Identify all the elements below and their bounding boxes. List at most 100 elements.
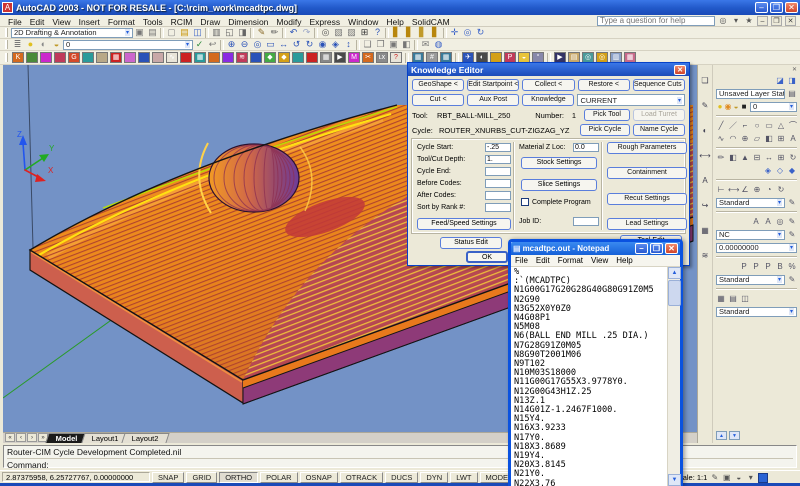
material-z-input[interactable]: 0.0 [573, 143, 599, 152]
dim-aligned-icon[interactable]: ⟷ [728, 185, 739, 194]
line-icon[interactable]: ╱ [716, 121, 726, 130]
offset-icon[interactable]: ⊟ [752, 153, 762, 162]
rcim-tool-icon[interactable] [26, 52, 38, 63]
rcim-knowledge-icon[interactable]: K [12, 52, 24, 63]
undo-icon[interactable]: ↶ [287, 27, 300, 38]
recut-settings-button[interactable]: Recut Settings [607, 192, 687, 205]
sep[interactable] [250, 27, 254, 38]
zoom-out-icon[interactable]: ⊖ [238, 39, 251, 50]
sep[interactable] [405, 52, 409, 63]
load-turret-button[interactable]: Load Turret [633, 109, 685, 121]
find-icon[interactable]: ◎ [319, 27, 332, 38]
layer-state-dropdown[interactable]: Unsaved Layer State▾ [716, 88, 785, 99]
menu-item[interactable]: RCIM [167, 17, 197, 27]
search-dropdown-icon[interactable]: ▾ [731, 16, 741, 25]
grid-toggle[interactable]: GRID [186, 471, 218, 483]
rcim-red2-icon[interactable] [306, 52, 318, 63]
window-close-icon[interactable]: ◧ [400, 39, 413, 50]
text-style-edit-icon[interactable]: ✎ [787, 230, 797, 239]
knowledge-dropdown[interactable]: CURRENT ▾ [577, 94, 685, 106]
menu-item[interactable]: Tools [139, 17, 167, 27]
text-multi-icon[interactable]: A [763, 217, 773, 226]
table-insert-icon[interactable]: ⊞ [776, 134, 786, 143]
panel-extra-icon[interactable]: ≋ [699, 250, 711, 261]
scroll-up-icon[interactable]: ▲ [668, 267, 681, 279]
rotate-icon[interactable]: ↻ [788, 153, 798, 162]
open-icon[interactable]: ▤ [178, 27, 191, 38]
help-search-input[interactable] [597, 15, 715, 26]
menu-item[interactable]: Express [305, 17, 344, 27]
layer-translate-icon[interactable]: ▋ [403, 27, 416, 38]
field-input[interactable]: -.25 [485, 143, 511, 152]
rcim-post-icon[interactable] [138, 52, 150, 63]
rcim-grid-icon[interactable]: ▦ [110, 52, 122, 63]
collect-button[interactable]: Collect < [522, 79, 575, 91]
annotation-auto-icon[interactable]: ▣ [722, 473, 731, 482]
array-icon[interactable]: ⊞ [776, 153, 786, 162]
feed-speed-settings-button[interactable]: Feed/Speed Settings [417, 218, 511, 230]
ellipse-icon[interactable]: ◠ [728, 134, 738, 143]
plot-preview-icon[interactable]: ◱ [223, 27, 236, 38]
eview-icon[interactable]: ◍ [432, 39, 445, 50]
hatch-icon[interactable]: ▱ [752, 134, 762, 143]
notepad-minimize-button[interactable]: – [635, 243, 648, 254]
rect-icon[interactable]: ▭ [764, 121, 774, 130]
knowledge-button[interactable]: Knowledge [522, 94, 575, 106]
menu-item[interactable]: Draw [196, 17, 224, 27]
save-icon[interactable]: ◫ [191, 27, 204, 38]
layer-state-manager-icon[interactable]: ▤ [787, 89, 797, 98]
sep[interactable] [205, 27, 209, 38]
rcim-wave-icon[interactable]: ∿ [166, 52, 178, 63]
panel-close-icon[interactable]: ✕ [792, 67, 797, 73]
table-cell-icon[interactable]: ◫ [740, 294, 750, 303]
panel-draw-icon[interactable]: ✎ [699, 100, 711, 111]
window-tile-icon[interactable]: ❑ [361, 39, 374, 50]
doc-minimize-button[interactable]: – [757, 15, 768, 26]
rcim-teal2-icon[interactable] [292, 52, 304, 63]
lead-settings-button[interactable]: Lead Settings [607, 217, 687, 230]
aux-post-button[interactable]: Aux Post [467, 94, 520, 106]
menu-item[interactable]: Edit [26, 17, 49, 27]
clean-screen-button[interactable] [758, 472, 769, 483]
rcim-green-icon[interactable]: ◆ [264, 52, 276, 63]
menu-item[interactable]: View [48, 17, 74, 27]
field-input[interactable] [485, 179, 511, 188]
notepad-menu-item[interactable]: File [515, 256, 528, 265]
tab-nav-button[interactable]: ‹ [16, 433, 26, 442]
mleader-style-dropdown[interactable]: Standard ▾ [716, 274, 785, 285]
etransmit-icon[interactable]: ✉ [419, 39, 432, 50]
workspace-dropdown[interactable]: 2D Drafting & Annotation ▾ [11, 27, 133, 38]
rcim-lx-icon[interactable]: ʟx [376, 52, 388, 63]
stock-settings-button[interactable]: Stock Settings [521, 157, 597, 169]
help-icon[interactable]: ? [371, 27, 384, 38]
rcim-gold-icon[interactable]: ◆ [278, 52, 290, 63]
search-icon[interactable]: ◎ [718, 16, 728, 25]
doc-restore-button[interactable]: ❐ [771, 15, 782, 26]
zoom-previous-icon[interactable]: ▭ [264, 39, 277, 50]
polygon-icon[interactable]: △ [776, 121, 786, 130]
ducs-toggle[interactable]: DUCS [385, 471, 419, 483]
rcim-geo-icon[interactable]: G [68, 52, 80, 63]
doc-close-button[interactable]: ✕ [785, 15, 796, 26]
pan-icon[interactable]: ✛ [448, 27, 461, 38]
sun-icon[interactable]: ◉ [724, 102, 732, 111]
sep[interactable] [414, 39, 418, 50]
rcim-box-icon[interactable] [208, 52, 220, 63]
geoshape-button[interactable]: GeoShape < [412, 79, 465, 91]
paintbrush-icon[interactable]: ✏ [268, 27, 281, 38]
tab-nav-button[interactable]: « [5, 433, 15, 442]
mleader-add-icon[interactable]: P [751, 262, 761, 271]
pick-cycle-button[interactable]: Pick Cycle [580, 124, 630, 136]
pick-tool-button[interactable]: Pick Tool [584, 109, 630, 121]
scroll-thumb[interactable] [668, 280, 681, 306]
arc-icon[interactable]: ⌒ [788, 120, 798, 131]
insert-icon[interactable]: ⊕ [740, 134, 750, 143]
text-find-icon[interactable]: ◎ [775, 217, 785, 226]
osnap-toggle[interactable]: OSNAP [299, 471, 338, 483]
name-cycle-button[interactable]: Name Cycle [633, 124, 685, 136]
mleader-icon[interactable]: P [739, 262, 749, 271]
rcim-zig-icon[interactable]: ≋ [236, 52, 248, 63]
panel-shade-icon[interactable]: ◐ [699, 125, 711, 136]
view-iso-icon[interactable]: ◈ [329, 39, 342, 50]
panel-spin-down-icon[interactable]: ▼ [729, 431, 740, 440]
